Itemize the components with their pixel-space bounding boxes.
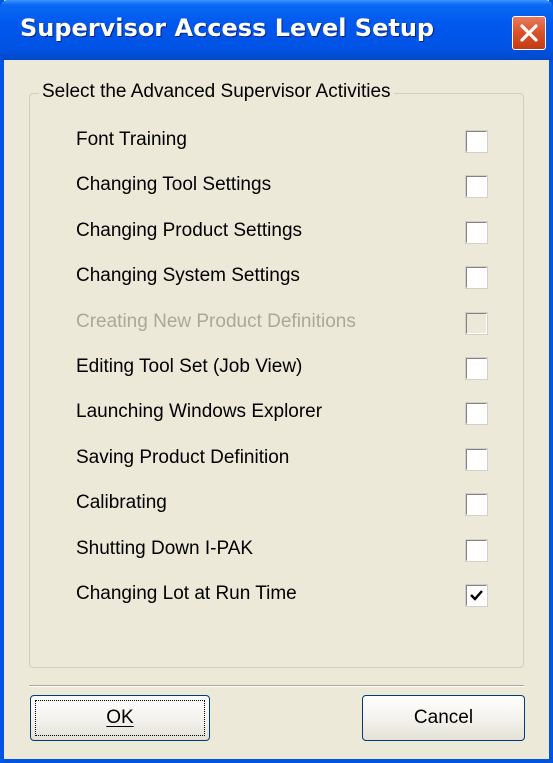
- activity-label: Editing Tool Set (Job View): [76, 356, 303, 377]
- activity-label: Changing Tool Settings: [76, 174, 272, 195]
- activity-checkbox[interactable]: [465, 448, 488, 471]
- ok-button[interactable]: OK: [30, 695, 210, 741]
- cancel-button-label: Cancel: [413, 707, 474, 728]
- activity-label: Shutting Down I-PAK: [76, 538, 254, 559]
- separator: [29, 685, 524, 687]
- activity-checkbox[interactable]: [465, 584, 488, 607]
- window-title: Supervisor Access Level Setup: [20, 14, 435, 42]
- focus-ring: [35, 700, 205, 736]
- activity-checkbox[interactable]: [465, 266, 488, 289]
- close-button[interactable]: [512, 16, 546, 50]
- title-bar[interactable]: Supervisor Access Level Setup: [0, 0, 553, 60]
- activity-label: Calibrating: [76, 492, 167, 513]
- activity-label: Changing Product Settings: [76, 220, 303, 241]
- activity-checkbox[interactable]: [465, 539, 488, 562]
- activity-label: Saving Product Definition: [76, 447, 290, 468]
- activity-label: Changing Lot at Run Time: [76, 583, 297, 604]
- activity-checkbox[interactable]: [465, 175, 488, 198]
- activity-checkbox: [465, 312, 488, 335]
- activity-label: Changing System Settings: [76, 265, 300, 286]
- activity-checkbox[interactable]: [465, 221, 488, 244]
- activity-checkbox[interactable]: [465, 493, 488, 516]
- activity-checkbox[interactable]: [465, 357, 488, 380]
- activity-label: Creating New Product Definitions: [76, 311, 356, 332]
- close-icon: [520, 24, 538, 42]
- cancel-button[interactable]: Cancel: [362, 695, 525, 741]
- group-label: Select the Advanced Supervisor Activitie…: [39, 81, 394, 103]
- activity-checkbox[interactable]: [465, 130, 488, 153]
- activity-checkbox[interactable]: [465, 402, 488, 425]
- activity-label: Launching Windows Explorer: [76, 401, 323, 422]
- activity-label: Font Training: [76, 129, 187, 150]
- checkmark-icon: [470, 590, 483, 601]
